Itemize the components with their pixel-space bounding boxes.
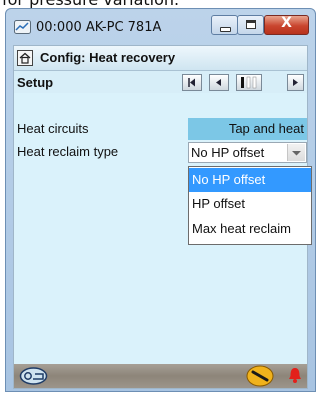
wrench-key-icon[interactable] (246, 365, 274, 387)
cropped-top-text: for pressure variation. (0, 0, 321, 8)
first-page-button[interactable] (182, 74, 202, 91)
page-indicator-icon (241, 76, 257, 89)
alarm-bell-icon[interactable] (287, 366, 303, 384)
dropdown-arrow-button[interactable] (287, 144, 305, 161)
dropdown-list: No HP offset HP offset Max heat reclaim (188, 166, 312, 245)
next-page-icon (293, 79, 298, 86)
previous-page-icon (216, 79, 221, 86)
setup-label: Setup (17, 75, 54, 90)
home-icon (19, 52, 31, 64)
dropdown-option[interactable]: Max heat reclaim (189, 217, 311, 241)
param-label: Heat circuits (17, 121, 89, 136)
close-button[interactable]: X (264, 15, 309, 35)
window-title: 00:000 AK-PC 781A (36, 20, 162, 35)
chevron-down-icon (292, 151, 301, 156)
config-header: Config: Heat recovery (14, 46, 307, 71)
page-indicator-button[interactable] (236, 74, 262, 91)
service-tool-icon[interactable] (19, 367, 48, 385)
setup-row: Setup (14, 71, 307, 93)
maximize-button[interactable] (237, 15, 264, 35)
previous-page-button[interactable] (209, 74, 229, 91)
param-row-heat-circuits[interactable]: Heat circuits Tap and heat (14, 118, 307, 140)
minimize-icon (220, 27, 231, 32)
footer-bar (14, 364, 307, 388)
dropdown-option[interactable]: No HP offset (189, 168, 311, 192)
heat-reclaim-type-select[interactable]: No HP offset (188, 142, 307, 163)
client-area: Config: Heat recovery Setup Heat circuit… (13, 45, 312, 389)
title-bar[interactable]: 00:000 AK-PC 781A X (6, 9, 315, 45)
page-title: Config: Heat recovery (40, 50, 176, 65)
param-row-heat-reclaim-type[interactable]: Heat reclaim type No HP offset (14, 141, 307, 163)
dropdown-option[interactable]: HP offset (189, 192, 311, 216)
top-text: for pressure variation. (2, 0, 179, 8)
select-value: No HP offset (191, 145, 265, 160)
param-label: Heat reclaim type (17, 144, 119, 159)
graph-app-icon (14, 20, 31, 34)
next-page-button[interactable] (287, 74, 304, 91)
app-window: 00:000 AK-PC 781A X Config: Heat recover… (5, 8, 316, 392)
close-icon: X (281, 15, 292, 31)
home-button[interactable] (17, 50, 33, 66)
maximize-icon (246, 20, 256, 29)
minimize-button[interactable] (211, 15, 238, 35)
first-page-icon (188, 78, 195, 87)
param-value[interactable]: Tap and heat (188, 118, 307, 140)
